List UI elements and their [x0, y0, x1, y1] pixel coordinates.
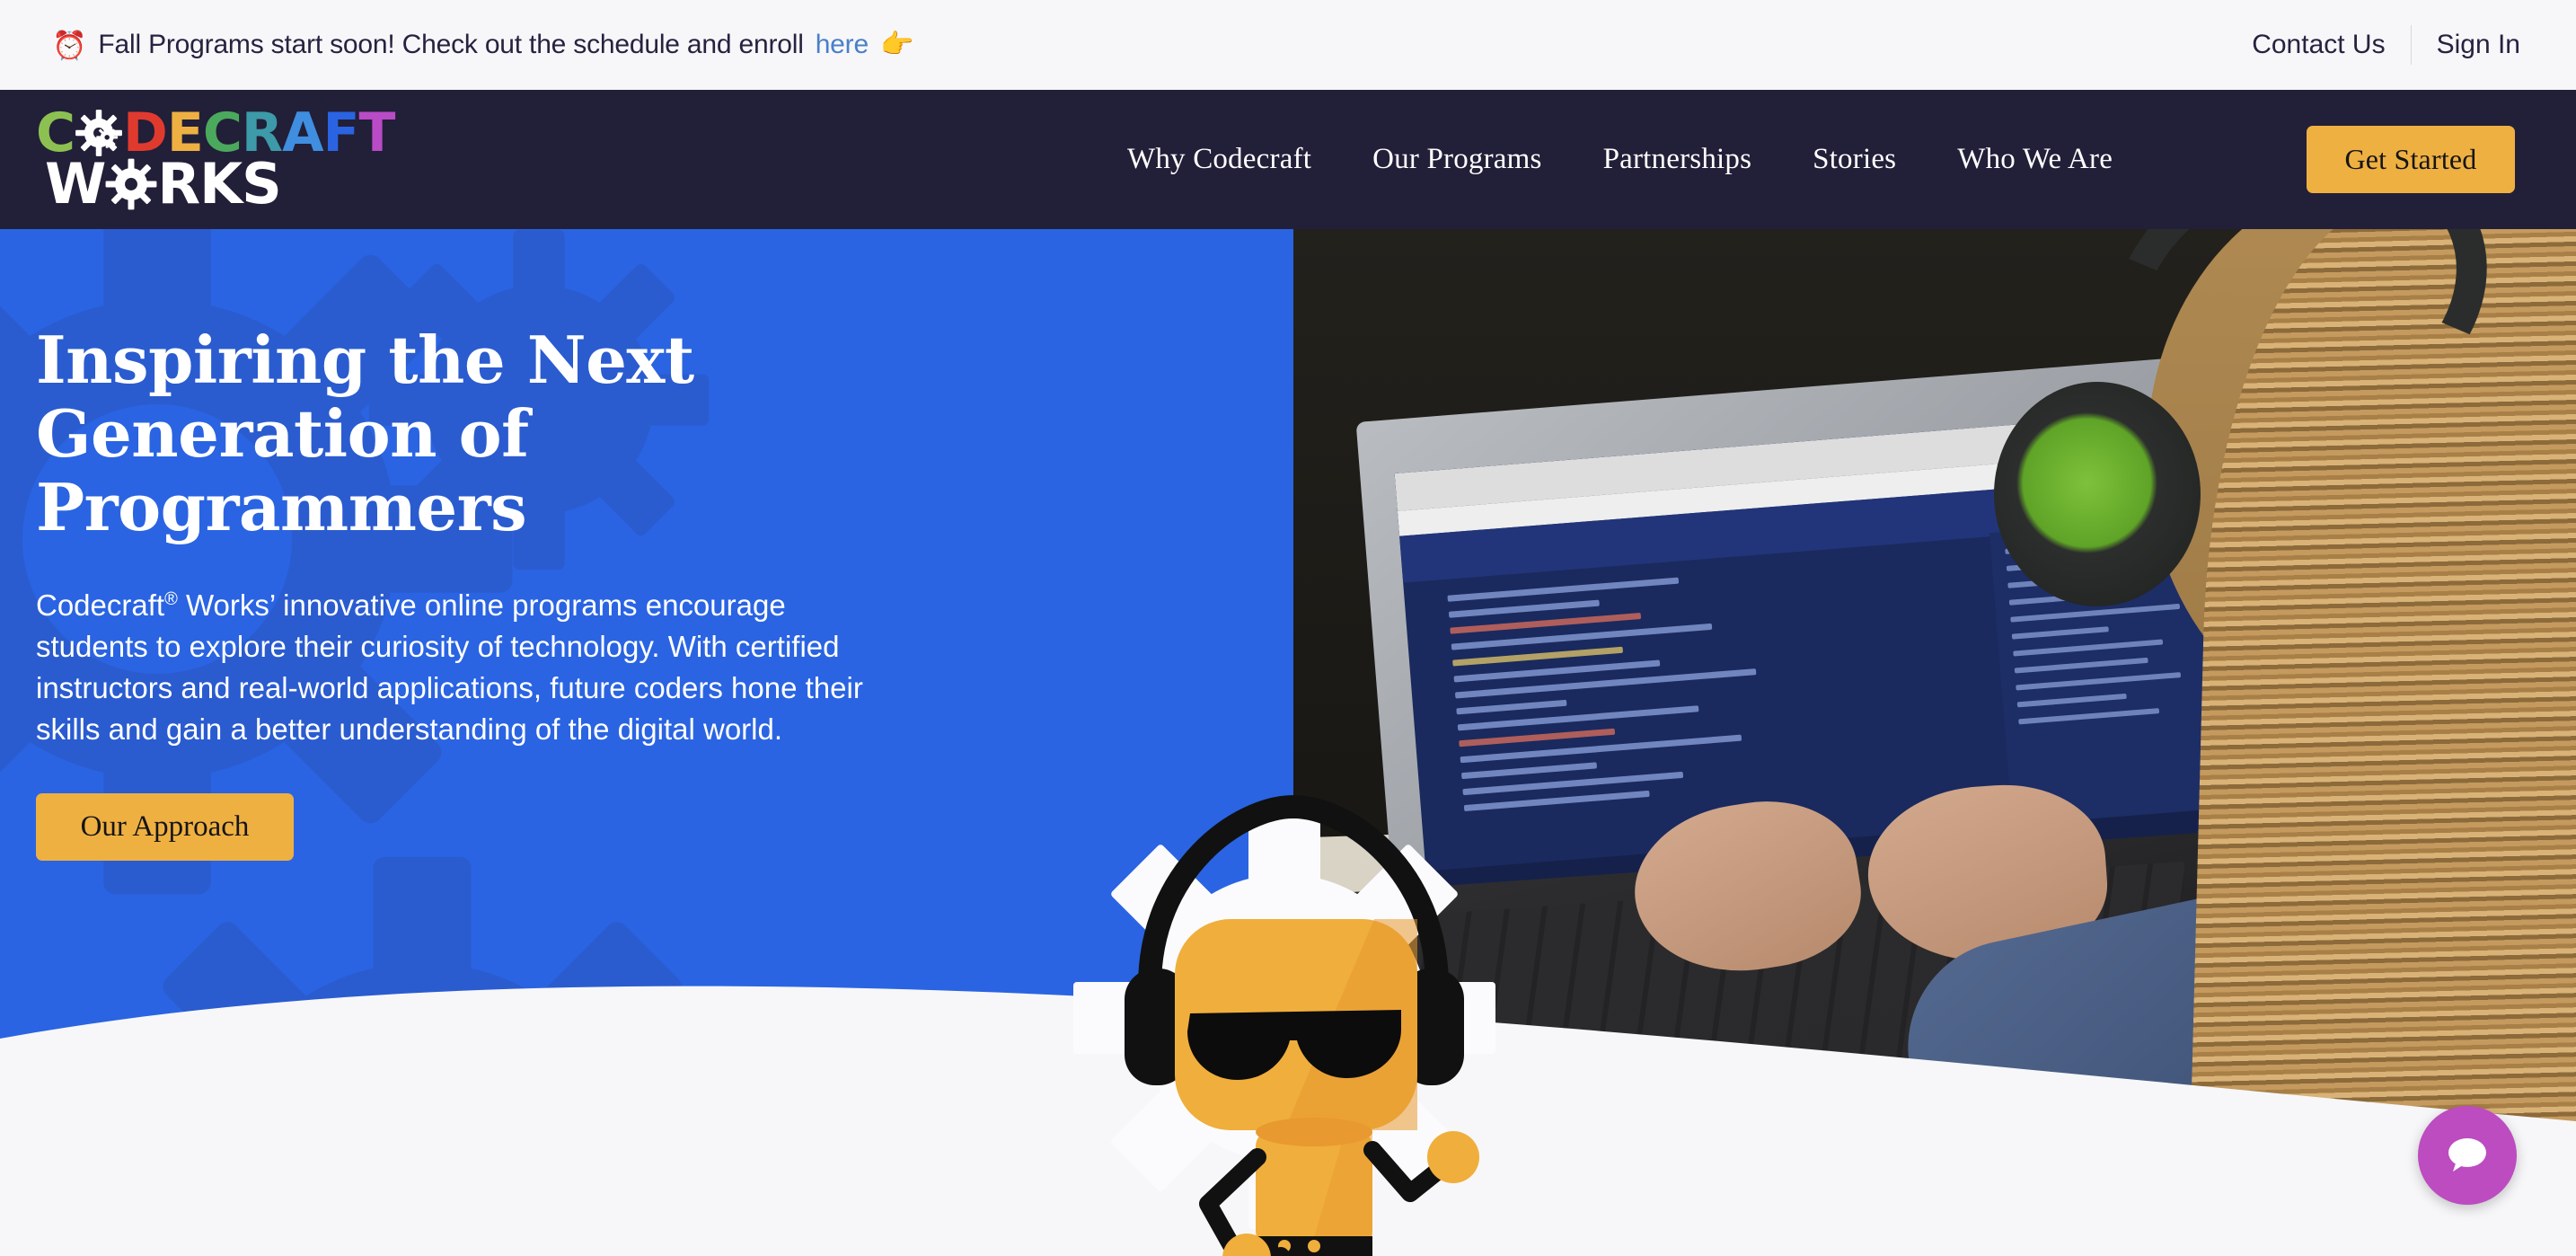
hero-copy: Inspiring the Next Generation of Program… [36, 323, 934, 861]
logo-works-rks: RKS [157, 151, 281, 217]
logo-letter-t: T [358, 102, 396, 164]
logo-letter-f: F [322, 102, 360, 164]
robot-mascot [1073, 794, 1495, 1256]
hero-section: DELL Inspiring the Next Generation of Pr… [0, 229, 2576, 1256]
main-navbar: C DECRAFT W RKS Why Codecraft Our Progra… [0, 90, 2576, 229]
contact-us-link[interactable]: Contact Us [2252, 30, 2385, 60]
nav-item-partnerships[interactable]: Partnerships [1603, 143, 1752, 176]
gear-icon-logo-o [75, 109, 123, 157]
our-approach-button[interactable]: Our Approach [36, 793, 294, 861]
nav-item-who-we-are[interactable]: Who We Are [1957, 143, 2113, 176]
hero-desc-brand: Codecraft [36, 588, 165, 622]
sign-in-link[interactable]: Sign In [2437, 30, 2520, 60]
nav-item-our-programs[interactable]: Our Programs [1372, 143, 1541, 176]
logo-wordmark-works: W RKS [45, 155, 282, 213]
announcement-bar: ⏰ Fall Programs start soon! Check out th… [0, 0, 2576, 90]
pointing-hand-icon: 👉 [879, 30, 914, 59]
logo-works-w: W [45, 151, 106, 217]
chat-bubble-icon [2448, 1138, 2486, 1172]
announcement-divider [2410, 25, 2412, 65]
hero-description: Codecraft® Works’ innovative online prog… [36, 579, 898, 750]
logo-letter-a: A [282, 102, 323, 164]
nav-item-stories[interactable]: Stories [1813, 143, 1896, 176]
gear-icon-works-o [105, 158, 157, 210]
registered-mark: ® [164, 589, 178, 609]
get-started-button[interactable]: Get Started [2307, 126, 2515, 193]
site-logo[interactable]: C DECRAFT W RKS [36, 105, 422, 215]
announcement-here-link[interactable]: here [816, 30, 869, 60]
hero-heading: Inspiring the Next Generation of Program… [36, 322, 694, 545]
alarm-clock-icon: ⏰ [52, 29, 87, 61]
nav-item-why-codecraft[interactable]: Why Codecraft [1127, 143, 1311, 176]
chat-widget-button[interactable] [2418, 1106, 2517, 1205]
primary-nav: Why Codecraft Our Programs Partnerships … [1127, 90, 2113, 229]
announcement-message: ⏰ Fall Programs start soon! Check out th… [52, 0, 913, 90]
announcement-actions: Contact Us Sign In [2252, 0, 2520, 90]
announcement-text: Fall Programs start soon! Check out the … [98, 30, 804, 59]
